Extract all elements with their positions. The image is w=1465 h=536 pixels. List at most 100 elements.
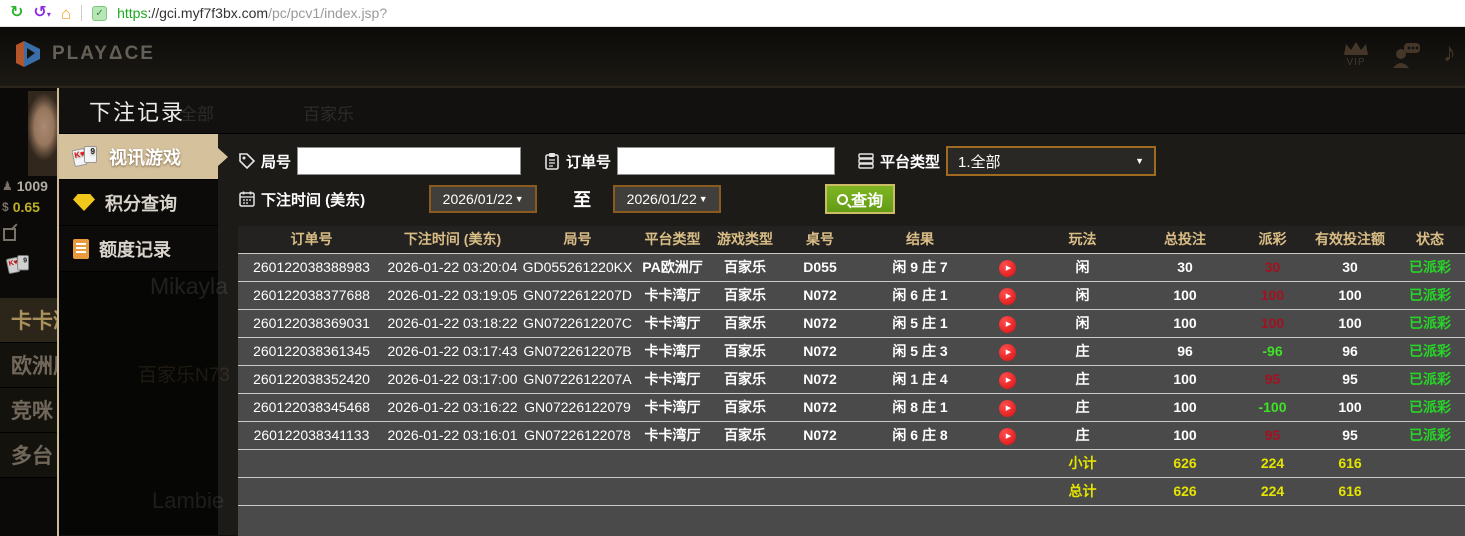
cell-table-no: N072 [780,337,860,365]
cell-order: 260122038361345 [238,337,385,365]
cell-replay: ▶ [980,281,1035,309]
cell-play: 庄 [1035,337,1130,365]
chevron-down-icon: ▼ [1135,156,1144,166]
replay-button[interactable]: ▶ [999,428,1016,445]
total-valid-bet: 616 [1305,477,1395,505]
playace-logo[interactable]: PLAYΔCE [14,39,155,69]
cell-platform: 卡卡湾厅 [635,393,710,421]
cell-time: 2026-01-22 03:20:04 [385,253,520,281]
search-icon [837,194,848,205]
cell-play: 闲 [1035,253,1130,281]
cell-valid-bet: 96 [1305,337,1395,365]
order-number-input[interactable] [617,147,835,175]
edit-icon[interactable] [3,228,16,241]
customer-service-icon[interactable] [1391,42,1421,68]
cell-replay: ▶ [980,253,1035,281]
replay-button[interactable]: ▶ [999,344,1016,361]
date-from-picker[interactable]: 2026/01/22 ▼ [429,185,537,213]
platform-type-value: 1.全部 [958,151,1001,172]
sidebar-item-europe[interactable]: 欧洲厅 [0,343,57,388]
music-icon[interactable]: ♪ [1443,37,1457,68]
menu-item-points-query[interactable]: 积分查询 [59,180,218,226]
cell-result: 闲 8 庄 1 [860,393,980,421]
calendar-icon [238,190,256,208]
main-area: ♟1009 $0.65 K♥9 卡卡湾厅 欧洲厅 竞咪 多台 下注记录 K♥9 … [0,88,1465,536]
cell-table-no: N072 [780,393,860,421]
subtotal-row: 小计 626 224 616 [238,449,1465,477]
cell-round: GN0722612207C [520,309,635,337]
money-bag-icon: $ [2,200,9,214]
support-person-icon [1391,42,1421,68]
cell-valid-bet: 100 [1305,393,1395,421]
cell-replay: ▶ [980,365,1035,393]
cell-payout: 100 [1240,281,1305,309]
cell-result: 闲 5 庄 1 [860,309,980,337]
bet-records-dialog: 下注记录 K♥9 视讯游戏 积分查询 额度记录 [57,88,1465,536]
dialog-title: 下注记录 [59,88,1465,134]
user-avatar[interactable] [28,91,57,176]
total-row: 总计 626 224 616 [238,477,1465,505]
cell-round: GN0722612207D [520,281,635,309]
sidebar-item-kakawan[interactable]: 卡卡湾厅 [0,298,57,343]
address-bar[interactable]: https://gci.myf7f3bx.com/pc/pcv1/index.j… [117,5,387,21]
table-row: 260122038352420 2026-01-22 03:17:00 GN07… [238,365,1465,393]
cell-status: 已派彩 [1395,365,1465,393]
cell-result: 闲 6 庄 1 [860,281,980,309]
cell-valid-bet: 95 [1305,421,1395,449]
cell-game: 百家乐 [710,421,780,449]
platform-type-select[interactable]: 1.全部 ▼ [946,146,1156,176]
date-to-picker[interactable]: 2026/01/22 ▼ [613,185,721,213]
query-button[interactable]: 查询 [825,184,895,214]
crown-icon [1343,41,1369,57]
table-row: 260122038341133 2026-01-22 03:16:01 GN07… [238,421,1465,449]
total-label: 总计 [1035,477,1130,505]
order-number-label: 订单号 [566,151,611,172]
replay-button[interactable]: ▶ [999,316,1016,333]
cell-valid-bet: 100 [1305,281,1395,309]
toolbar-divider [81,5,82,21]
sidebar-item-duotai[interactable]: 多台 [0,433,57,478]
date-to-value: 2026/01/22 [627,191,697,207]
date-from-value: 2026/01/22 [443,191,513,207]
reload-icon[interactable]: ↻ [10,5,23,21]
cell-play: 庄 [1035,421,1130,449]
cell-payout: 95 [1240,365,1305,393]
replay-button[interactable]: ▶ [999,400,1016,417]
cell-valid-bet: 30 [1305,253,1395,281]
user-balance: 0.65 [13,199,40,215]
filter-row-1: 局号 订单号 平台类型 1.全部 ▼ [238,146,1465,176]
query-button-label: 查询 [851,187,883,211]
vip-icon[interactable]: VIP [1343,41,1369,68]
home-icon[interactable]: ⌂ [61,5,71,22]
cell-time: 2026-01-22 03:18:22 [385,309,520,337]
replay-button[interactable]: ▶ [999,260,1016,277]
platform-type-icon [857,152,875,170]
cell-payout: 100 [1240,309,1305,337]
cell-play: 庄 [1035,365,1130,393]
cell-platform: PA欧洲厅 [635,253,710,281]
sidebar-item-jingmi[interactable]: 竞咪 [0,388,57,433]
filter-row-2: 下注时间 (美东) 2026/01/22 ▼ 至 2026/01/22 ▼ 查询 [238,184,1465,214]
subtotal-valid-bet: 616 [1305,449,1395,477]
tag-icon [238,152,256,170]
round-number-input[interactable] [297,147,521,175]
back-dropdown-caret[interactable]: ▾ [47,10,51,19]
menu-item-quota-records[interactable]: 额度记录 [59,226,218,272]
cell-status: 已派彩 [1395,393,1465,421]
cell-platform: 卡卡湾厅 [635,281,710,309]
cell-time: 2026-01-22 03:17:00 [385,365,520,393]
user-icon: ♟ [2,179,13,193]
cell-order: 260122038377688 [238,281,385,309]
cell-order: 260122038388983 [238,253,385,281]
replay-button[interactable]: ▶ [999,372,1016,389]
back-icon[interactable]: ↺▾ [33,5,50,21]
date-range-to-label: 至 [573,186,591,212]
cell-game: 百家乐 [710,309,780,337]
security-shield-icon[interactable]: ✓ [92,6,107,21]
music-note-glyph: ♪ [1443,37,1457,68]
cell-table-no: N072 [780,421,860,449]
replay-button[interactable]: ▶ [999,288,1016,305]
cell-replay: ▶ [980,393,1035,421]
col-play: 玩法 [1035,226,1130,253]
menu-item-video-games[interactable]: K♥9 视讯游戏 [59,134,218,180]
